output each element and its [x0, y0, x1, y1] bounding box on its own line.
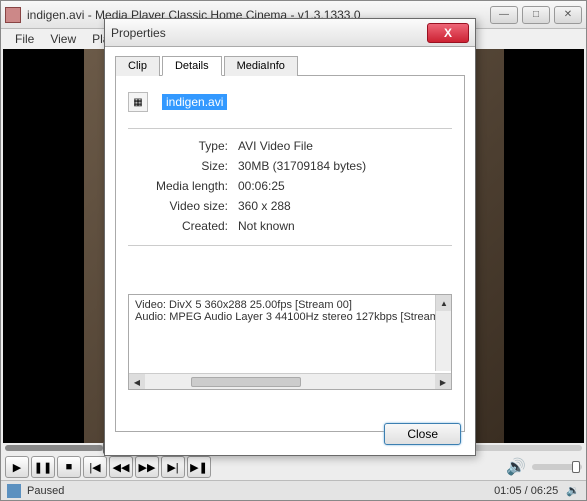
scroll-up-icon[interactable]: ▲	[436, 295, 452, 311]
filename[interactable]: indigen.avi	[162, 94, 227, 110]
playback-controls: ▶ ❚❚ ■ |◀ ◀◀ ▶▶ ▶| ▶❚ 🔊	[5, 455, 582, 479]
scroll-right-icon[interactable]: ▶	[435, 374, 451, 390]
prev-button[interactable]: |◀	[83, 456, 107, 478]
scroll-left-icon[interactable]: ◀	[129, 374, 145, 390]
volume-icon[interactable]: 🔊	[506, 457, 526, 477]
next-button[interactable]: ▶|	[161, 456, 185, 478]
app-icon	[5, 7, 21, 23]
tabs: Clip Details MediaInfo	[115, 55, 465, 76]
streams-box[interactable]: Video: DivX 5 360x288 25.00fps [Stream 0…	[128, 294, 452, 390]
value-videosize: 360 x 288	[238, 199, 452, 213]
rewind-button[interactable]: ◀◀	[109, 456, 133, 478]
value-created: Not known	[238, 219, 452, 233]
minimize-button[interactable]: —	[490, 6, 518, 24]
volume-thumb[interactable]	[572, 461, 580, 473]
value-size: 30MB (31709184 bytes)	[238, 159, 452, 173]
label-type: Type:	[128, 139, 238, 153]
pause-button[interactable]: ❚❚	[31, 456, 55, 478]
label-length: Media length:	[128, 179, 238, 193]
tab-mediainfo[interactable]: MediaInfo	[224, 56, 298, 76]
stream-audio: Audio: MPEG Audio Layer 3 44100Hz stereo…	[135, 311, 445, 323]
close-button[interactable]: Close	[384, 423, 461, 445]
label-videosize: Video size:	[128, 199, 238, 213]
menu-view[interactable]: View	[42, 30, 84, 48]
maximize-button[interactable]: □	[522, 6, 550, 24]
seek-fill	[5, 445, 103, 451]
label-size: Size:	[128, 159, 238, 173]
file-row: ▦ indigen.avi	[128, 92, 452, 112]
properties-dialog: Properties X Clip Details MediaInfo ▦ in…	[104, 18, 476, 456]
stop-button[interactable]: ■	[57, 456, 81, 478]
label-created: Created:	[128, 219, 238, 233]
dialog-title: Properties	[111, 26, 427, 40]
dialog-close-button[interactable]: X	[427, 23, 469, 43]
dialog-titlebar[interactable]: Properties X	[105, 19, 475, 47]
mute-icon[interactable]: 🔉	[566, 484, 580, 497]
tab-clip[interactable]: Clip	[115, 56, 160, 76]
statusbar: Paused 01:05 / 06:25 🔉	[1, 480, 586, 500]
status-icon	[7, 484, 21, 498]
close-window-button[interactable]: ✕	[554, 6, 582, 24]
tab-body-details: ▦ indigen.avi Type:AVI Video File Size:3…	[115, 76, 465, 432]
scroll-thumb-h[interactable]	[191, 377, 301, 387]
time-display: 01:05 / 06:25	[494, 485, 558, 497]
value-length: 00:06:25	[238, 179, 452, 193]
divider	[128, 128, 452, 129]
play-button[interactable]: ▶	[5, 456, 29, 478]
volume-slider[interactable]	[532, 464, 582, 470]
scrollbar-vertical[interactable]: ▲	[435, 295, 451, 371]
scrollbar-horizontal[interactable]: ◀ ▶	[129, 373, 451, 389]
tab-details[interactable]: Details	[162, 56, 222, 76]
file-icon: ▦	[128, 92, 148, 112]
menu-file[interactable]: File	[7, 30, 42, 48]
dialog-footer: Close	[384, 423, 461, 445]
step-button[interactable]: ▶❚	[187, 456, 211, 478]
status-text: Paused	[27, 485, 64, 497]
forward-button[interactable]: ▶▶	[135, 456, 159, 478]
stream-video: Video: DivX 5 360x288 25.00fps [Stream 0…	[135, 299, 445, 311]
value-type: AVI Video File	[238, 139, 452, 153]
window-controls: — □ ✕	[490, 6, 582, 24]
divider-2	[128, 245, 452, 246]
